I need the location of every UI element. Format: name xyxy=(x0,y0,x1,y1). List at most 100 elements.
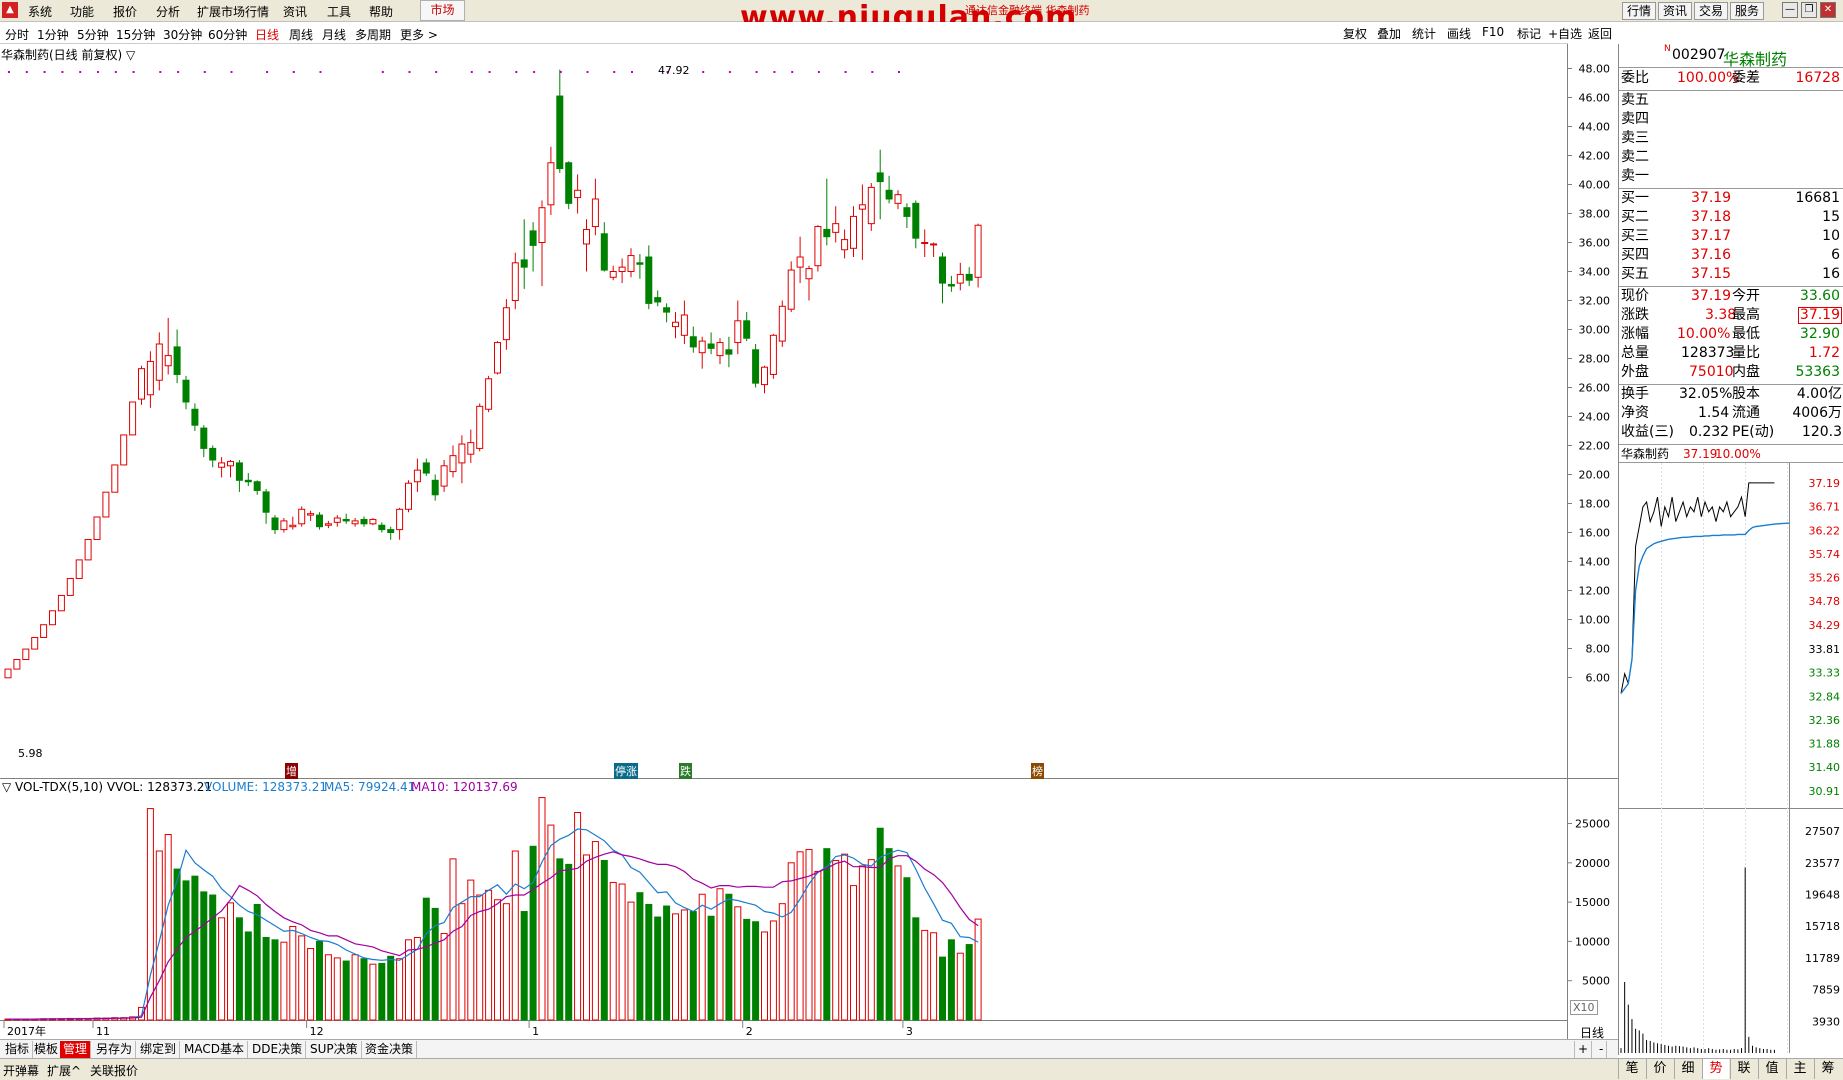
tool-mark[interactable]: 标记 xyxy=(1517,25,1541,42)
volume-bar xyxy=(618,883,626,1021)
tab-dde[interactable]: DDE决策 xyxy=(249,1041,307,1058)
mini-vol-tick: 27507 xyxy=(1805,825,1840,838)
volume-bar xyxy=(298,935,306,1021)
volume-bar xyxy=(538,797,546,1021)
zoom-in-button[interactable]: + xyxy=(1574,1041,1593,1058)
right-tab[interactable]: 细 xyxy=(1674,1059,1701,1079)
right-tab[interactable]: 值 xyxy=(1758,1059,1785,1079)
tab-sup[interactable]: SUP决策 xyxy=(307,1041,362,1058)
period-tab[interactable]: 多周期 xyxy=(355,26,391,43)
stat-label: 最高 xyxy=(1732,307,1760,323)
period-tab[interactable]: 1分钟 xyxy=(37,26,69,43)
stat-value: 1.54 xyxy=(1698,405,1730,421)
tab-template[interactable]: 模板 xyxy=(31,1041,63,1058)
mini-price-tick: 33.33 xyxy=(1809,666,1841,679)
menu-item[interactable]: 系统 xyxy=(28,3,52,20)
right-tab[interactable]: 笔 xyxy=(1618,1059,1645,1079)
candle-body xyxy=(342,518,350,522)
bid-volume: 10 xyxy=(1822,228,1840,244)
right-tab[interactable]: 主 xyxy=(1786,1059,1813,1079)
zoom-out-button[interactable]: - xyxy=(1596,1041,1608,1058)
tool-stats[interactable]: 统计 xyxy=(1412,25,1436,42)
signal-dot xyxy=(159,71,162,73)
tab-save-as[interactable]: 另存为 xyxy=(93,1041,137,1058)
volume-bar xyxy=(716,888,724,1021)
candle-body xyxy=(102,491,110,518)
tool-draw[interactable]: 画线 xyxy=(1447,25,1471,42)
app-logo-icon[interactable]: ▲ xyxy=(2,2,18,18)
tab-indicator[interactable]: 指标 xyxy=(2,1041,34,1058)
vol-indicator-name[interactable]: ▽ VOL-TDX(5,10) VVOL: 128373.21 xyxy=(2,780,212,794)
barrage-toggle[interactable]: 开弹幕 xyxy=(3,1062,39,1079)
intraday-chart[interactable]: 37.19 36.71 36.22 35.74 35.26 34.78 34.29 33.81… xyxy=(1619,463,1843,1055)
mini-price-tick: 32.36 xyxy=(1809,714,1841,727)
tab-bind-to[interactable]: 绑定到 xyxy=(137,1041,181,1058)
candle-body xyxy=(316,514,323,528)
kline-chart[interactable]: 48.0046.0044.0042.0040.0038.0036.0034.00… xyxy=(0,44,1618,1039)
period-tab[interactable]: 60分钟 xyxy=(208,26,247,43)
volume-bar xyxy=(645,903,653,1021)
candle-body xyxy=(262,491,270,513)
signal-dot xyxy=(203,71,206,73)
period-tab[interactable]: 5分钟 xyxy=(77,26,109,43)
stat-label: 内盘 xyxy=(1732,364,1760,380)
period-tab[interactable]: 周线 xyxy=(289,26,313,43)
menu-item[interactable]: 工具 xyxy=(327,3,351,20)
period-tab-more[interactable]: 更多 > xyxy=(400,26,438,43)
volume-bar xyxy=(796,851,804,1021)
chart-title[interactable]: 华森制药(日线 前复权) ▽ xyxy=(1,46,135,63)
period-tab[interactable]: 30分钟 xyxy=(163,26,202,43)
right-tab[interactable]: 价 xyxy=(1646,1059,1673,1079)
tab-macd[interactable]: MACD基本 xyxy=(181,1041,248,1058)
tool-overlay[interactable]: 叠加 xyxy=(1377,25,1401,42)
signal-dot xyxy=(43,71,46,73)
tab-manage[interactable]: 管理 xyxy=(60,1041,92,1058)
tool-add-watch[interactable]: +自选 xyxy=(1548,25,1582,42)
menu-item[interactable]: 资讯 xyxy=(283,3,307,20)
signal-dot xyxy=(755,71,758,73)
bid-label: 买一 xyxy=(1621,190,1649,206)
restore-icon[interactable]: ❐ xyxy=(1801,2,1817,18)
candle-body xyxy=(40,624,48,638)
price-tick-label: 30.00 xyxy=(1579,324,1611,337)
top-button-trade[interactable]: 交易 xyxy=(1694,2,1728,20)
volume-bar xyxy=(422,897,430,1021)
right-tab[interactable]: 联 xyxy=(1730,1059,1757,1079)
stat-value: 37.19 xyxy=(1691,288,1732,304)
right-tab[interactable]: 筹 xyxy=(1814,1059,1841,1079)
tool-back[interactable]: 返回 xyxy=(1588,25,1612,42)
mini-price-tick: 36.71 xyxy=(1809,500,1841,513)
tab-fund[interactable]: 资金决策 xyxy=(362,1041,418,1058)
signal-badge[interactable]: 增 xyxy=(285,763,298,779)
linked-quote-toggle[interactable]: 关联报价 xyxy=(90,1062,138,1079)
close-icon[interactable]: ✕ xyxy=(1820,2,1836,18)
period-tab[interactable]: 月线 xyxy=(322,26,346,43)
signal-badge[interactable]: 停涨 xyxy=(614,763,638,779)
menu-item[interactable]: 报价 xyxy=(113,3,137,20)
menu-item[interactable]: 分析 xyxy=(156,3,180,20)
period-tab[interactable]: 分时 xyxy=(5,26,29,43)
volume-bar xyxy=(476,894,484,1021)
minimize-icon[interactable]: — xyxy=(1782,2,1798,18)
candle-body xyxy=(520,259,528,268)
menu-item[interactable]: 功能 xyxy=(70,3,94,20)
signal-badge[interactable]: 跌 xyxy=(679,763,692,779)
right-tab-active[interactable]: 势 xyxy=(1702,1059,1729,1079)
extend-toggle[interactable]: 扩展^ xyxy=(47,1062,81,1079)
menu-item[interactable]: 帮助 xyxy=(369,3,393,20)
tool-fuquan[interactable]: 复权 xyxy=(1343,25,1367,42)
volume-tick-label: 15000 xyxy=(1575,896,1610,909)
stat-label: 股本 xyxy=(1732,386,1760,402)
candle-body xyxy=(600,233,608,271)
period-tab[interactable]: 15分钟 xyxy=(116,26,155,43)
volume-bar xyxy=(253,903,261,1021)
market-button[interactable]: 市场 xyxy=(420,0,465,21)
tool-f10[interactable]: F10 xyxy=(1482,25,1504,39)
top-button-news[interactable]: 资讯 xyxy=(1658,2,1692,20)
top-button-quote[interactable]: 行情 xyxy=(1622,2,1656,20)
menu-item[interactable]: 扩展市场行情 xyxy=(197,3,269,20)
period-tab-active[interactable]: 日线 xyxy=(255,26,279,43)
top-button-service[interactable]: 服务 xyxy=(1730,2,1764,20)
candle-body xyxy=(164,355,172,367)
signal-badge[interactable]: 榜 xyxy=(1031,763,1044,779)
